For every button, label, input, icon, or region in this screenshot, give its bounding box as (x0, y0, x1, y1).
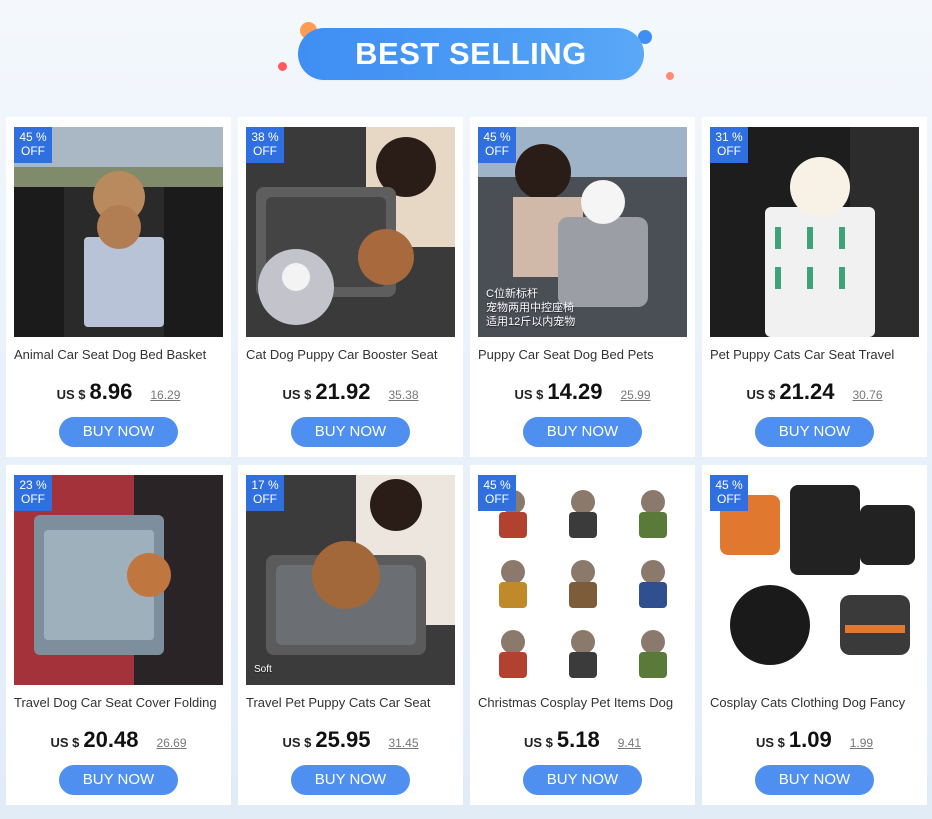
discount-badge: 23 % OFF (14, 475, 52, 511)
discount-off-label: OFF (21, 492, 45, 506)
discount-off-label: OFF (253, 492, 277, 506)
original-price: 26.69 (156, 736, 187, 750)
discount-badge: 45 % OFF (710, 475, 748, 511)
currency-label: US $ (514, 387, 544, 402)
discount-badge: 45 % OFF (14, 127, 52, 163)
discount-percent: 38 % (251, 130, 279, 144)
original-price: 16.29 (150, 388, 181, 402)
discount-off-label: OFF (717, 144, 741, 158)
original-price: 9.41 (617, 736, 642, 750)
discount-percent: 45 % (19, 130, 47, 144)
discount-percent: 45 % (483, 130, 511, 144)
product-title[interactable]: Travel Dog Car Seat Cover Folding (14, 695, 226, 713)
product-card: C位新标杆 宠物两用中控座椅 适用12斤以内宠物 45 % OFF Puppy Car… (470, 117, 695, 457)
currency-label: US $ (755, 735, 785, 750)
original-price: 31.45 (388, 736, 419, 750)
discount-badge: 45 % OFF (478, 475, 516, 511)
buy-now-button[interactable]: BUY NOW (523, 417, 642, 447)
best-selling-banner: BEST SELLING (298, 28, 644, 80)
product-title[interactable]: Pet Puppy Cats Car Seat Travel (710, 347, 922, 365)
currency-label: US $ (282, 387, 312, 402)
price-row: US $21.24 30.76 (702, 379, 927, 409)
banner-title: BEST SELLING (355, 36, 587, 71)
buy-now-button[interactable]: BUY NOW (755, 417, 874, 447)
image-caption: Soft (254, 664, 272, 675)
discount-badge: 31 % OFF (710, 127, 748, 163)
product-card: Soft 17 % OFF Travel Pet Puppy Cats Car Sea… (238, 465, 463, 805)
product-card: 31 % OFF Pet Puppy Cats Car Seat Travel US … (702, 117, 927, 457)
original-price: 30.76 (852, 388, 883, 402)
sale-price: 21.24 (779, 379, 835, 404)
price-row: US $25.95 31.45 (238, 727, 463, 757)
sale-price: 5.18 (556, 727, 600, 752)
price-row: US $21.92 35.38 (238, 379, 463, 409)
decor-dot (666, 72, 674, 80)
discount-badge: 38 % OFF (246, 127, 284, 163)
price-row: US $20.48 26.69 (6, 727, 231, 757)
discount-off-label: OFF (485, 492, 509, 506)
product-title[interactable]: Animal Car Seat Dog Bed Basket (14, 347, 226, 365)
currency-label: US $ (282, 735, 312, 750)
header: BEST SELLING (0, 0, 932, 110)
original-price: 25.99 (620, 388, 651, 402)
discount-percent: 45 % (715, 478, 743, 492)
buy-now-button[interactable]: BUY NOW (291, 765, 410, 795)
product-title[interactable]: Cosplay Cats Clothing Dog Fancy (710, 695, 922, 713)
discount-percent: 17 % (251, 478, 279, 492)
product-card: 45 % OFF Animal Car Seat Dog Bed Basket US … (6, 117, 231, 457)
discount-off-label: OFF (21, 144, 45, 158)
discount-badge: 17 % OFF (246, 475, 284, 511)
discount-off-label: OFF (717, 492, 741, 506)
sale-price: 14.29 (547, 379, 603, 404)
buy-now-button[interactable]: BUY NOW (523, 765, 642, 795)
discount-percent: 23 % (19, 478, 47, 492)
buy-now-button[interactable]: BUY NOW (59, 417, 178, 447)
image-caption: C位新标杆 宠物两用中控座椅 适用12斤以内宠物 (486, 288, 576, 328)
buy-now-button[interactable]: BUY NOW (59, 765, 178, 795)
price-row: US $1.09 1.99 (702, 727, 927, 757)
currency-label: US $ (523, 735, 553, 750)
discount-off-label: OFF (253, 144, 277, 158)
product-title[interactable]: Puppy Car Seat Dog Bed Pets (478, 347, 690, 365)
discount-percent: 31 % (715, 130, 743, 144)
price-row: US $5.18 9.41 (470, 727, 695, 757)
original-price: 1.99 (849, 736, 874, 750)
product-card: 45 % OFF Cosplay Cats Clothing Dog Fancy US… (702, 465, 927, 805)
sale-price: 1.09 (788, 727, 832, 752)
price-row: US $14.29 25.99 (470, 379, 695, 409)
product-card: 38 % OFF Cat Dog Puppy Car Booster Seat US … (238, 117, 463, 457)
sale-price: 8.96 (89, 379, 133, 404)
product-title[interactable]: Cat Dog Puppy Car Booster Seat (246, 347, 458, 365)
original-price: 35.38 (388, 388, 419, 402)
discount-percent: 45 % (483, 478, 511, 492)
discount-off-label: OFF (485, 144, 509, 158)
product-card: 45 % OFF Christmas Cosplay Pet Items Dog US… (470, 465, 695, 805)
buy-now-button[interactable]: BUY NOW (755, 765, 874, 795)
sale-price: 20.48 (83, 727, 139, 752)
sale-price: 21.92 (315, 379, 371, 404)
product-title[interactable]: Travel Pet Puppy Cats Car Seat (246, 695, 458, 713)
currency-label: US $ (746, 387, 776, 402)
currency-label: US $ (56, 387, 86, 402)
product-card: 23 % OFF Travel Dog Car Seat Cover Folding… (6, 465, 231, 805)
price-row: US $8.96 16.29 (6, 379, 231, 409)
discount-badge: 45 % OFF (478, 127, 516, 163)
currency-label: US $ (50, 735, 80, 750)
product-title[interactable]: Christmas Cosplay Pet Items Dog (478, 695, 690, 713)
buy-now-button[interactable]: BUY NOW (291, 417, 410, 447)
sale-price: 25.95 (315, 727, 371, 752)
decor-dot (278, 62, 287, 71)
